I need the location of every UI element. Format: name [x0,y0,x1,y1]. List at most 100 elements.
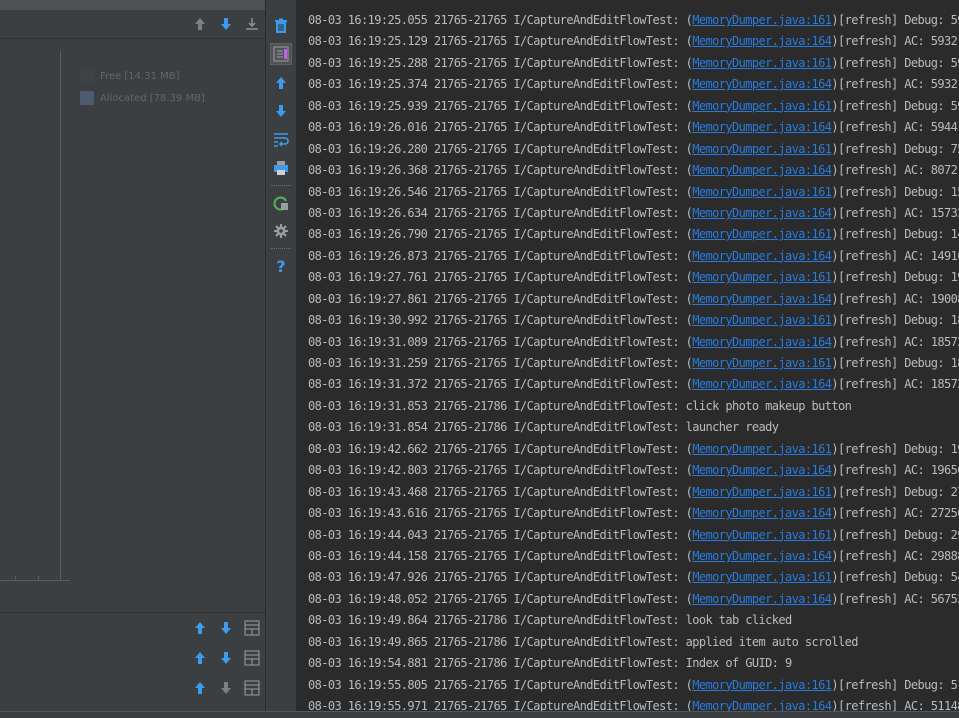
restart-icon[interactable] [270,192,292,214]
log-text: 08-03 16:19:25.055 21765-21765 I/Capture… [308,13,693,27]
arrow-up-icon[interactable] [191,679,209,697]
log-text: 08-03 16:19:26.790 21765-21765 I/Capture… [308,227,693,242]
log-line: 08-03 16:19:27.861 21765-21765 I/Capture… [308,289,959,310]
arrow-down-icon[interactable] [270,100,292,122]
log-text: )[refresh] Debug: 54200 [831,570,959,585]
source-link[interactable]: MemoryDumper.java:164 [692,592,832,606]
print-icon[interactable] [270,157,292,179]
log-text: 08-03 16:19:47.926 21765-21765 I/Capture… [308,570,693,585]
source-link[interactable]: MemoryDumper.java:161 [692,13,832,27]
graph-tick [15,576,16,580]
legend-item-allocated: Allocated [78.39 MB] [80,90,205,106]
log-line: 08-03 16:19:47.926 21765-21765 I/Capture… [308,567,959,588]
graph-y-axis [60,51,61,581]
source-link[interactable]: MemoryDumper.java:161 [692,99,832,113]
logcat-output[interactable]: 08-03 16:19:25.055 21765-21765 I/Capture… [296,0,959,711]
legend-swatch-free [80,69,94,83]
source-link[interactable]: MemoryDumper.java:161 [692,227,832,241]
gear-icon[interactable] [270,220,292,242]
source-link[interactable]: MemoryDumper.java:164 [692,292,832,306]
log-line: 08-03 16:19:55.971 21765-21765 I/Capture… [308,696,959,711]
source-link[interactable]: MemoryDumper.java:161 [692,570,832,584]
source-link[interactable]: MemoryDumper.java:164 [692,506,832,520]
arrow-up-icon[interactable] [191,619,209,637]
source-link[interactable]: MemoryDumper.java:164 [692,377,832,391]
source-link[interactable]: MemoryDumper.java:164 [692,206,832,220]
arrow-down-icon[interactable] [217,649,235,667]
source-link[interactable]: MemoryDumper.java:164 [692,77,832,91]
log-text: 08-03 16:19:49.864 21765-21786 I/Capture… [308,613,792,628]
dump-heap-icon[interactable] [243,15,261,33]
help-icon[interactable]: ? [270,255,292,277]
source-link[interactable]: MemoryDumper.java:161 [692,185,832,199]
arrow-up-icon[interactable] [270,72,292,94]
log-text: 08-03 16:19:25.288 21765-21765 I/Capture… [308,55,693,70]
arrow-up-icon[interactable] [191,15,209,33]
log-line: 08-03 16:19:31.089 21765-21765 I/Capture… [308,332,959,353]
legend-item-free: Free [14.31 MB] [80,68,180,84]
source-link[interactable]: MemoryDumper.java:161 [692,678,832,692]
source-link[interactable]: MemoryDumper.java:161 [692,528,832,542]
log-text: 08-03 16:19:26.280 21765-21765 I/Capture… [308,141,693,156]
soft-wrap-icon[interactable] [270,128,292,150]
source-link[interactable]: MemoryDumper.java:161 [692,56,832,70]
log-text: )[refresh] Debug: 27256 [831,484,959,499]
trash-icon[interactable] [270,15,292,37]
source-link[interactable]: MemoryDumper.java:161 [692,270,832,284]
monitor-row-3-controls [190,676,265,700]
log-text: 08-03 16:19:31.854 21765-21786 I/Capture… [308,420,779,435]
layout-icon[interactable] [243,619,261,637]
log-line: 08-03 16:19:25.288 21765-21765 I/Capture… [308,53,959,74]
toolbar-separator [271,248,291,250]
source-link[interactable]: MemoryDumper.java:161 [692,313,832,327]
log-text: 08-03 16:19:42.803 21765-21765 I/Capture… [308,463,693,478]
log-text: 08-03 16:19:55.971 21765-21765 I/Capture… [308,699,693,711]
log-line: 08-03 16:19:31.259 21765-21765 I/Capture… [308,353,959,374]
log-text: 08-03 16:19:26.368 21765-21765 I/Capture… [308,163,693,178]
log-text: 08-03 16:19:43.468 21765-21765 I/Capture… [308,484,693,499]
source-link[interactable]: MemoryDumper.java:161 [692,442,832,456]
arrow-down-icon[interactable] [217,619,235,637]
log-line: 08-03 16:19:44.158 21765-21765 I/Capture… [308,546,959,567]
log-text: 08-03 16:19:44.158 21765-21765 I/Capture… [308,548,693,563]
source-link[interactable]: MemoryDumper.java:164 [692,549,832,563]
log-line: 08-03 16:19:48.052 21765-21765 I/Capture… [308,589,959,610]
source-link[interactable]: MemoryDumper.java:164 [692,699,832,711]
log-text: 08-03 16:19:30.992 21765-21765 I/Capture… [308,313,693,328]
source-link[interactable]: MemoryDumper.java:164 [692,120,832,134]
log-text: )[refresh] AC: 15732 [831,205,959,220]
log-line: 08-03 16:19:42.803 21765-21765 I/Capture… [308,460,959,481]
log-line: 08-03 16:19:26.873 21765-21765 I/Capture… [308,246,959,267]
source-link[interactable]: MemoryDumper.java:161 [692,142,832,156]
source-link[interactable]: MemoryDumper.java:164 [692,163,832,177]
log-text: )[refresh] Debug: 5932 [831,13,959,27]
log-text: )[refresh] AC: 5944 [831,120,958,135]
log-lines: 08-03 16:19:25.055 21765-21765 I/Capture… [308,10,959,711]
monitor-rows [0,612,265,712]
log-line: 08-03 16:19:26.546 21765-21765 I/Capture… [308,182,959,203]
log-line: 08-03 16:19:27.761 21765-21765 I/Capture… [308,267,959,288]
legend-label-allocated: Allocated [78.39 MB] [100,92,205,104]
log-text: 08-03 16:19:31.372 21765-21765 I/Capture… [308,377,693,392]
source-link[interactable]: MemoryDumper.java:164 [692,335,832,349]
log-line: 08-03 16:19:42.662 21765-21765 I/Capture… [308,439,959,460]
scroll-to-end-icon[interactable] [270,43,292,65]
log-text: 08-03 16:19:54.881 21765-21786 I/Capture… [308,656,792,671]
source-link[interactable]: MemoryDumper.java:161 [692,485,832,499]
arrow-down-icon[interactable] [217,15,235,33]
log-line: 08-03 16:19:25.129 21765-21765 I/Capture… [308,31,959,52]
log-line: 08-03 16:19:31.854 21765-21786 I/Capture… [308,417,959,438]
log-text: )[refresh] Debug: 29888 [831,527,959,542]
log-line: 08-03 16:19:25.374 21765-21765 I/Capture… [308,74,959,95]
layout-icon[interactable] [243,649,261,667]
source-link[interactable]: MemoryDumper.java:164 [692,463,832,477]
arrow-down-icon[interactable] [217,679,235,697]
layout-icon[interactable] [243,679,261,697]
log-text: )[refresh] Debug: 18572 [831,356,959,370]
log-line: 08-03 16:19:31.853 21765-21786 I/Capture… [308,396,959,417]
arrow-up-icon[interactable] [191,649,209,667]
source-link[interactable]: MemoryDumper.java:164 [692,249,832,263]
source-link[interactable]: MemoryDumper.java:161 [692,356,832,370]
log-text: )[refresh] AC: 14916 [831,248,959,263]
source-link[interactable]: MemoryDumper.java:164 [692,34,832,48]
